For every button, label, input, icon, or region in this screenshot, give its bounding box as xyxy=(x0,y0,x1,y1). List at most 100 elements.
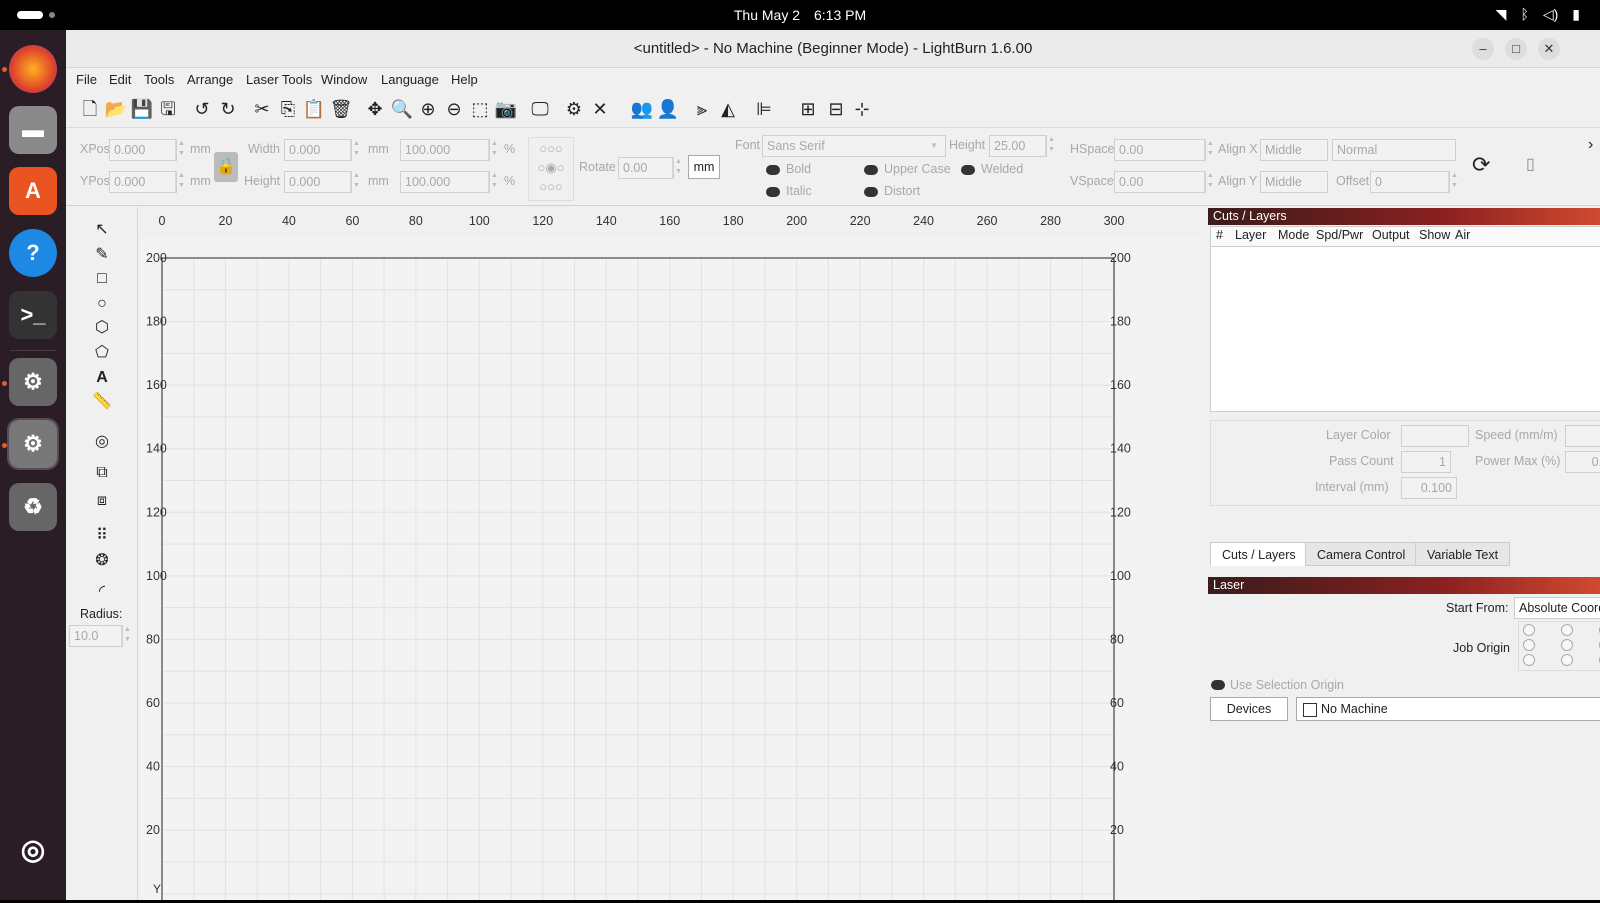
col-output[interactable]: Output xyxy=(1372,228,1410,242)
vspace-field[interactable]: 0.00 xyxy=(1114,171,1206,193)
menu-window[interactable]: Window xyxy=(321,72,367,87)
offset-field[interactable]: 0 xyxy=(1370,171,1450,193)
ypos-field[interactable]: 0.000 xyxy=(109,171,177,193)
save-icon[interactable]: 💾 xyxy=(130,97,154,121)
layer-color-field[interactable] xyxy=(1401,425,1469,447)
xpos-field[interactable]: 0.000 xyxy=(109,139,177,161)
xpos-spinner[interactable]: ▲ ▼ xyxy=(175,139,187,161)
devices-button[interactable]: Devices xyxy=(1210,697,1288,721)
wifi-icon[interactable]: ◥ xyxy=(1496,6,1507,23)
open-file-icon[interactable]: 📂 xyxy=(104,97,128,121)
distort-toggle[interactable] xyxy=(864,187,878,197)
width-field[interactable]: 0.000 xyxy=(284,139,352,161)
lock-aspect-icon[interactable]: 🔒 xyxy=(214,152,238,182)
pen-icon[interactable]: ✎ xyxy=(90,244,114,266)
tab-camera-control[interactable]: Camera Control xyxy=(1305,542,1418,566)
font-select[interactable]: Sans Serif xyxy=(762,135,946,157)
terminal-icon[interactable]: >_ xyxy=(9,291,57,339)
width-spinner[interactable]: ▲ ▼ xyxy=(350,139,362,161)
menu-help[interactable]: Help xyxy=(451,72,478,87)
paste-icon[interactable]: 📋 xyxy=(302,97,326,121)
flip-horizontal-icon[interactable]: ⫸ xyxy=(690,97,714,121)
chevron-right-icon[interactable]: › xyxy=(1588,136,1593,154)
radius-field[interactable]: 10.0 xyxy=(69,625,123,647)
move-icon[interactable]: ✥ xyxy=(363,97,387,121)
ypos-spinner[interactable]: ▲ ▼ xyxy=(175,171,187,193)
redo-icon[interactable]: ↻ xyxy=(216,97,240,121)
battery-icon[interactable]: ▮ xyxy=(1572,6,1580,23)
rotate-spinner[interactable]: ▲ ▼ xyxy=(672,157,684,179)
origin-icon[interactable]: ⊹ xyxy=(850,97,874,121)
col-air[interactable]: Air xyxy=(1455,228,1470,242)
anchor-grid[interactable]: ○○○ ○◉○ ○○○ xyxy=(528,137,574,201)
settings-icon[interactable]: ⚙ xyxy=(562,97,586,121)
polygon-icon[interactable]: ⬡ xyxy=(90,317,114,339)
scale-y-field[interactable]: 100.000 xyxy=(400,171,490,193)
workspace-canvas[interactable]: 0 20 40 60 80 100 120 140 160 180 200 220 240 260 280 3… xyxy=(140,207,1200,903)
origin-radio[interactable] xyxy=(1561,624,1573,636)
origin-radio[interactable] xyxy=(1561,654,1573,666)
interval-field[interactable]: 0.100 xyxy=(1401,477,1457,499)
settings-icon[interactable]: ⚙ xyxy=(7,418,59,470)
menu-language[interactable]: Language xyxy=(381,72,439,87)
boolean-icon[interactable]: ⧈ xyxy=(90,490,114,512)
italic-toggle[interactable] xyxy=(766,187,780,197)
weld-icon[interactable]: ⧉ xyxy=(90,462,114,484)
use-selection-origin-toggle[interactable] xyxy=(1211,680,1225,690)
maximize-button[interactable]: □ xyxy=(1505,38,1527,60)
center-icon[interactable]: ⊟ xyxy=(824,97,848,121)
rotate-field[interactable]: 0.00 xyxy=(618,157,674,179)
radius-spinner[interactable]: ▲ ▼ xyxy=(121,625,133,647)
copy-icon[interactable]: ⎘ xyxy=(276,97,300,121)
monitor-icon[interactable]: 🖵 xyxy=(528,97,552,121)
circular-array-icon[interactable]: ❂ xyxy=(90,550,114,572)
menu-tools[interactable]: Tools xyxy=(144,72,174,87)
origin-radio[interactable] xyxy=(1561,639,1573,651)
machine-select[interactable]: No Machine▼ xyxy=(1296,697,1600,721)
scale-x-spinner[interactable]: ▲ ▼ xyxy=(488,139,500,161)
scale-x-field[interactable]: 100.000 xyxy=(400,139,490,161)
rectangle-icon[interactable]: □ xyxy=(90,268,114,290)
cut-icon[interactable]: ✂ xyxy=(250,97,274,121)
align-icon[interactable]: ⊫ xyxy=(752,97,776,121)
origin-radio[interactable] xyxy=(1523,639,1535,651)
tools-icon[interactable]: ✕ xyxy=(588,97,612,121)
settings-icon[interactable]: ⚙ xyxy=(9,358,57,406)
col-show[interactable]: Show xyxy=(1419,228,1450,242)
menu-laser-tools[interactable]: Laser Tools xyxy=(246,72,312,87)
menu-arrange[interactable]: Arrange xyxy=(187,72,233,87)
title-bar[interactable]: <untitled> - No Machine (Beginner Mode) … xyxy=(66,30,1600,68)
laser-panel-title[interactable]: Laser xyxy=(1208,577,1600,594)
hspace-field[interactable]: 0.00 xyxy=(1114,139,1206,161)
system-tray[interactable]: ◥ ᛒ ◁) ▮ xyxy=(1496,6,1580,23)
help-icon[interactable]: ? xyxy=(9,229,57,277)
refresh-icon[interactable]: ⟳ xyxy=(1472,152,1490,178)
new-file-icon[interactable]: 🗋 xyxy=(78,97,102,121)
mirror-icon[interactable]: ◭ xyxy=(716,97,740,121)
show-apps-icon[interactable]: ◎ xyxy=(9,825,57,873)
units-toggle-button[interactable]: mm xyxy=(688,155,720,179)
height-field[interactable]: 0.000 xyxy=(284,171,352,193)
tab-variable-text[interactable]: Variable Text xyxy=(1415,542,1511,566)
minimize-button[interactable]: – xyxy=(1472,38,1494,60)
trash-icon[interactable]: ♻ xyxy=(9,483,57,531)
origin-radio[interactable] xyxy=(1523,624,1535,636)
col-number[interactable]: # xyxy=(1216,228,1223,242)
speed-field[interactable]: 1 xyxy=(1565,425,1600,447)
undo-icon[interactable]: ↺ xyxy=(190,97,214,121)
text-mode-select[interactable]: Normal xyxy=(1332,139,1456,161)
vspace-spinner[interactable]: ▲ ▼ xyxy=(1204,171,1216,193)
tab-cuts-layers[interactable]: Cuts / Layers xyxy=(1210,542,1308,566)
font-height-spinner[interactable]: ▲ ▼ xyxy=(1045,135,1057,157)
power-max-field[interactable]: 0.00 xyxy=(1565,451,1600,473)
scale-y-spinner[interactable]: ▲ ▼ xyxy=(488,171,500,193)
ungroup-icon[interactable]: 👤 xyxy=(656,97,680,121)
text-icon[interactable]: A xyxy=(90,367,114,389)
grid-array-icon[interactable]: ⠿ xyxy=(90,525,114,547)
origin-radio[interactable] xyxy=(1523,654,1535,666)
hspace-spinner[interactable]: ▲ ▼ xyxy=(1204,139,1216,161)
time-label[interactable]: 6:13 PM xyxy=(814,7,866,23)
menu-edit[interactable]: Edit xyxy=(109,72,131,87)
close-button[interactable]: ✕ xyxy=(1538,38,1560,60)
date-label[interactable]: Thu May 2 xyxy=(734,7,800,23)
